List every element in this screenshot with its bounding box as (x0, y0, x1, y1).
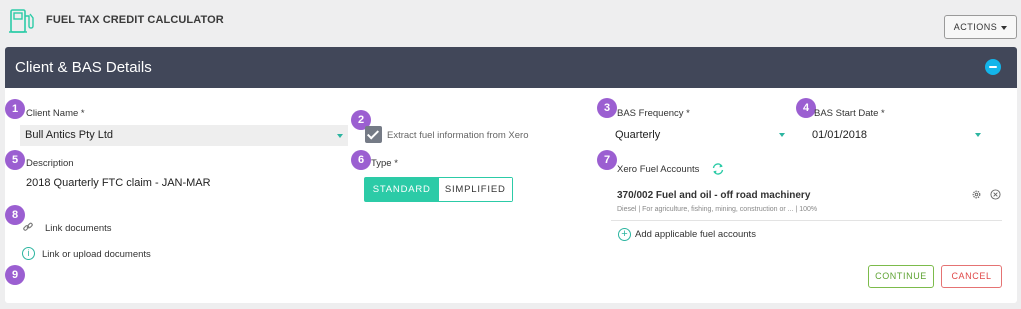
type-simplified-option[interactable]: SIMPLIFIED (438, 178, 512, 201)
upload-documents-link[interactable]: Link or upload documents (42, 249, 151, 260)
client-name-label: Client Name * (26, 108, 85, 119)
actions-label: ACTIONS (953, 22, 998, 32)
step-badge-7: 7 (597, 150, 617, 170)
client-name-value: Bull Antics Pty Ltd (25, 129, 114, 141)
extract-from-xero-checkbox[interactable] (365, 126, 382, 143)
caret-down-icon (1001, 25, 1008, 30)
type-toggle: STANDARD SIMPLIFIED (364, 177, 513, 202)
fuel-pump-icon (9, 9, 34, 33)
fuel-account-detail: Diesel | For agriculture, fishing, minin… (617, 206, 818, 213)
link-icon (23, 222, 33, 231)
bas-start-date-arrow-icon[interactable] (975, 133, 981, 137)
dropdown-arrow-icon (337, 134, 343, 138)
extract-from-xero-label: Extract fuel information from Xero (387, 130, 529, 141)
step-badge-1: 1 (5, 99, 25, 119)
fuel-accounts-label: Xero Fuel Accounts (617, 164, 700, 175)
refresh-icon[interactable] (711, 162, 725, 176)
info-icon: i (22, 247, 35, 260)
step-badge-4: 4 (796, 98, 816, 118)
gear-icon[interactable] (971, 189, 982, 200)
collapse-toggle-icon[interactable] (985, 59, 1001, 75)
card-header: Client & BAS Details (5, 47, 1017, 88)
bas-frequency-arrow-icon[interactable] (779, 133, 785, 137)
client-bas-card: Client & BAS Details (5, 47, 1017, 303)
divider (611, 220, 1002, 221)
type-label: Type * (371, 158, 398, 169)
card-title: Client & BAS Details (15, 59, 152, 76)
description-label: Description (26, 158, 74, 169)
remove-circle-icon[interactable] (990, 189, 1001, 200)
add-fuel-accounts-label: Add applicable fuel accounts (635, 229, 756, 240)
continue-button[interactable]: CONTINUE (868, 265, 934, 288)
step-badge-5: 5 (5, 150, 25, 170)
step-badge-9: 9 (5, 265, 25, 285)
link-documents-button[interactable]: Link documents (45, 223, 112, 234)
bas-start-date-select[interactable]: 01/01/2018 (812, 129, 867, 141)
fuel-account-name: 370/002 Fuel and oil - off road machiner… (617, 190, 811, 201)
add-circle-icon: + (618, 228, 631, 241)
bas-start-date-label: BAS Start Date * (814, 108, 885, 119)
bas-frequency-select[interactable]: Quarterly (615, 129, 660, 141)
top-bar: FUEL TAX CREDIT CALCULATOR ACTIONS (0, 0, 1021, 46)
app-title: FUEL TAX CREDIT CALCULATOR (46, 14, 224, 26)
client-name-select[interactable]: Bull Antics Pty Ltd (20, 125, 348, 146)
description-input[interactable]: 2018 Quarterly FTC claim - JAN-MAR (26, 177, 211, 189)
actions-button[interactable]: ACTIONS (944, 15, 1017, 39)
type-standard-option[interactable]: STANDARD (365, 178, 439, 201)
cancel-button[interactable]: CANCEL (941, 265, 1002, 288)
step-badge-6: 6 (351, 150, 371, 170)
step-badge-3: 3 (597, 98, 617, 118)
bas-frequency-label: BAS Frequency * (617, 108, 690, 119)
